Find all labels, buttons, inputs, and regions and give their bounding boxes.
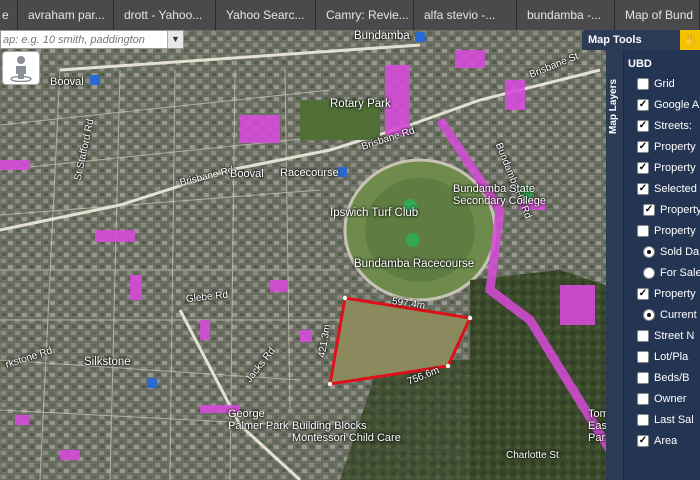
layer-checkbox[interactable]: ✓ <box>637 435 649 447</box>
browser-tab[interactable]: drott - Yahoo... <box>114 0 216 30</box>
layer-checkbox[interactable] <box>637 393 649 405</box>
layer-item[interactable]: ✓ Property <box>624 200 700 220</box>
map-label: Silkstone <box>84 356 131 368</box>
layer-checkbox[interactable] <box>637 414 649 426</box>
layer-item[interactable]: Sold Da <box>624 242 700 262</box>
map-layers-tab[interactable]: Map Layers <box>606 50 624 480</box>
map-label: Charlotte St <box>506 450 559 461</box>
layer-item[interactable]: Current <box>624 305 700 325</box>
layer-item[interactable]: ✓ Property <box>624 158 700 178</box>
layer-checkbox[interactable]: ✓ <box>637 141 649 153</box>
browser-tab[interactable]: e <box>0 0 18 30</box>
layer-label: Grid <box>654 78 675 90</box>
layer-label: Property <box>654 162 696 174</box>
layer-checkbox[interactable] <box>637 78 649 90</box>
map-tools-label: Map Tools <box>588 34 642 46</box>
layer-radio[interactable] <box>643 246 655 258</box>
map-label: Racecourse <box>280 167 339 179</box>
layer-label: Streets: <box>654 120 692 132</box>
layer-label: Property <box>654 141 696 153</box>
layer-checkbox[interactable] <box>637 372 649 384</box>
satellite-map[interactable]: Bundamba Booval Brisbane St Rotary Park … <box>0 30 700 480</box>
layer-label: Lot/Pla <box>654 351 689 363</box>
layers-header: UBD <box>628 58 652 70</box>
layer-radio[interactable] <box>643 267 655 279</box>
map-label: Bundamba <box>354 30 410 42</box>
map-layers-tab-label: Map Layers <box>608 78 619 134</box>
layer-label: Beds/B <box>654 372 690 384</box>
layer-label: Owner <box>654 393 687 405</box>
layer-radio[interactable] <box>643 309 655 321</box>
search-dropdown-button[interactable]: ▼ <box>167 31 183 48</box>
layer-item[interactable]: For Sale <box>624 263 700 283</box>
layer-label: Current <box>660 309 697 321</box>
layer-label: Sold Da <box>660 246 700 258</box>
layer-checkbox[interactable]: ✓ <box>637 120 649 132</box>
browser-tab-active[interactable]: Map of Bund <box>615 0 700 30</box>
layer-item[interactable]: ✓ Selected <box>624 179 700 199</box>
map-label: Bundamba State Secondary College <box>453 183 546 207</box>
map-layers-panel: UBD Grid ✓ Google A ✓ Streets: ✓ Property ✓ Prop… <box>624 50 700 480</box>
browser-tab-bar: e avraham par... drott - Yahoo... Yahoo … <box>0 0 700 30</box>
layer-checkbox[interactable] <box>637 330 649 342</box>
layer-checkbox[interactable] <box>637 351 649 363</box>
layer-checkbox[interactable]: ✓ <box>637 183 649 195</box>
layer-item[interactable]: Owner <box>624 389 700 409</box>
map-label: Ipswich Turf Club <box>330 207 419 219</box>
map-label: Bundamba Racecourse <box>354 258 475 270</box>
map-label: Booval <box>50 76 84 88</box>
layer-label: Last Sal <box>654 414 694 426</box>
layer-item[interactable]: ✓ Area <box>624 431 700 451</box>
address-search-input[interactable] <box>1 31 167 48</box>
layer-item[interactable]: ✓ Property <box>624 137 700 157</box>
layer-item[interactable]: ✓ Streets: <box>624 116 700 136</box>
browser-tab[interactable]: alfa stevio -... <box>414 0 517 30</box>
layer-item[interactable]: Lot/Pla <box>624 347 700 367</box>
pegman-icon <box>10 56 32 82</box>
layer-checkbox[interactable]: ✓ <box>643 204 655 216</box>
hand-icon: ✋ <box>680 30 700 50</box>
map-tools-button[interactable]: Map Tools ✋ <box>582 30 700 50</box>
layer-item[interactable]: Grid <box>624 74 700 94</box>
layer-label: Property <box>654 288 696 300</box>
layer-item[interactable]: Beds/B <box>624 368 700 388</box>
layer-label: Area <box>654 435 678 447</box>
browser-tab[interactable]: bundamba -... <box>517 0 615 30</box>
browser-tab[interactable]: Yahoo Searc... <box>216 0 316 30</box>
layer-checkbox[interactable] <box>637 225 649 237</box>
layer-checkbox[interactable]: ✓ <box>637 162 649 174</box>
map-label: Building Blocks Montessori Child Care <box>292 420 401 444</box>
address-search: ▼ <box>0 30 184 49</box>
layer-item[interactable]: ✓ Google A <box>624 95 700 115</box>
layer-label: Google A <box>654 99 700 111</box>
layer-item[interactable]: Last Sal <box>624 410 700 430</box>
layer-item[interactable]: ✓ Property <box>624 284 700 304</box>
map-label: Rotary Park <box>330 98 391 110</box>
layer-checkbox[interactable]: ✓ <box>637 99 649 111</box>
layer-item[interactable]: Property <box>624 221 700 241</box>
street-view-button[interactable] <box>2 51 40 85</box>
layer-item[interactable]: Street N <box>624 326 700 346</box>
layer-label: Street N <box>654 330 695 342</box>
layer-label: Property <box>660 204 700 216</box>
map-label: Booval <box>230 168 264 180</box>
layer-label: Property <box>654 225 696 237</box>
layer-label: For Sale <box>660 267 700 279</box>
browser-tab[interactable]: avraham par... <box>18 0 114 30</box>
browser-tab[interactable]: Camry: Revie... <box>316 0 414 30</box>
layer-checkbox[interactable]: ✓ <box>637 288 649 300</box>
layer-label: Selected <box>654 183 697 195</box>
map-label: George Palmer Park <box>228 408 289 432</box>
